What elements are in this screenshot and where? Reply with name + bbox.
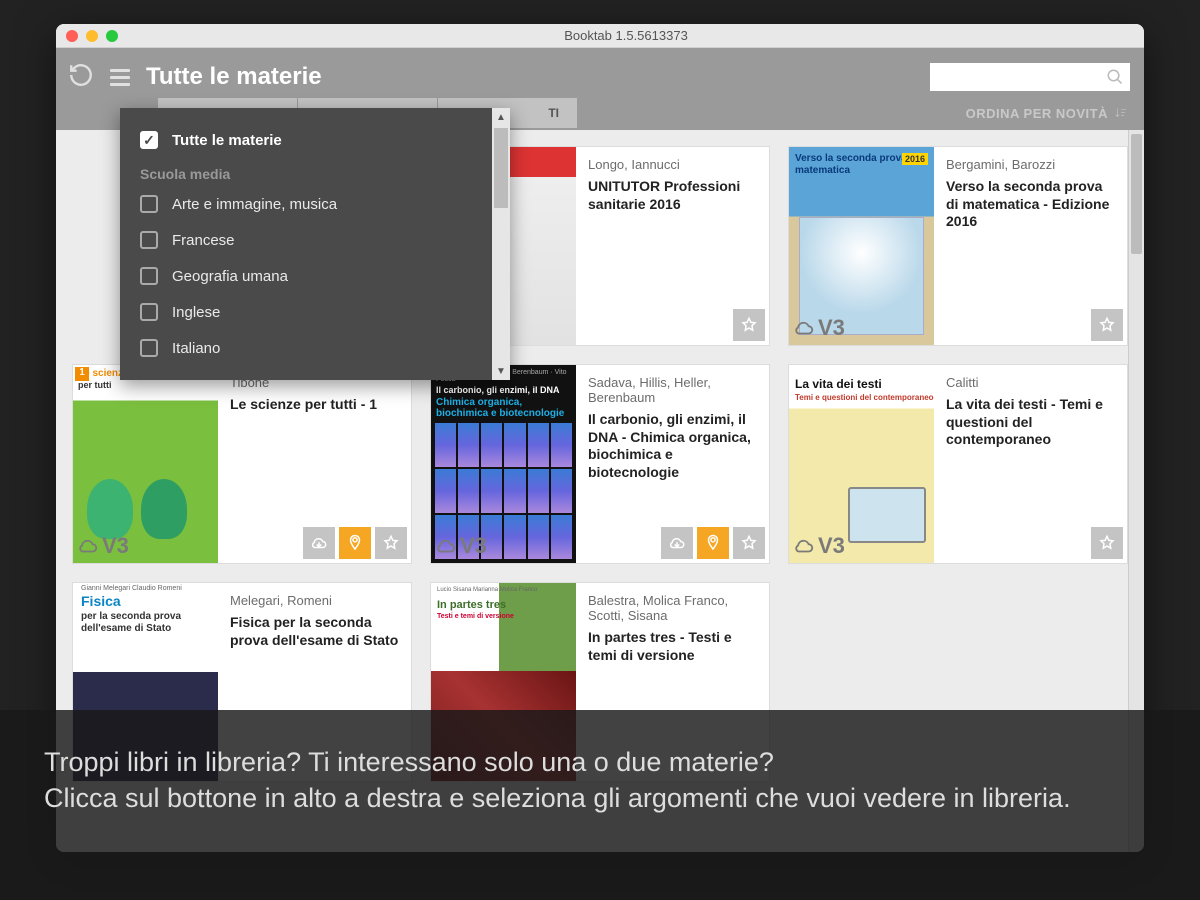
pin-button[interactable] bbox=[339, 527, 371, 559]
checkbox-icon bbox=[140, 339, 158, 357]
book-title: Verso la seconda prova di matematica - E… bbox=[946, 178, 1115, 231]
search-input[interactable] bbox=[930, 63, 1130, 91]
scrollbar-thumb[interactable] bbox=[1131, 134, 1142, 254]
menu-button[interactable] bbox=[106, 65, 134, 90]
dropdown-item[interactable]: Geografia umana bbox=[124, 258, 506, 294]
book-card[interactable]: Verso la seconda prova di matematica2016… bbox=[788, 146, 1128, 346]
dropdown-group-label: Scuola media bbox=[124, 158, 506, 186]
book-cover: Floriana CalittiLa vita dei testiTemi e … bbox=[789, 365, 934, 563]
dropdown-item-all[interactable]: Tutte le materie bbox=[124, 122, 506, 158]
sort-icon bbox=[1114, 106, 1128, 120]
book-cover: 1Le scienzeper tuttiV3 bbox=[73, 365, 218, 563]
v3-badge: V3 bbox=[77, 533, 129, 559]
scrollbar-thumb[interactable] bbox=[494, 128, 508, 208]
zoom-window-button[interactable] bbox=[106, 30, 118, 42]
checkbox-icon bbox=[140, 267, 158, 285]
star-button[interactable] bbox=[1091, 309, 1123, 341]
book-author: Longo, Iannucci bbox=[588, 157, 757, 172]
v3-badge: V3 bbox=[435, 533, 487, 559]
book-card[interactable]: H. Craig Heller · May R. Berenbaum · Vit… bbox=[430, 364, 770, 564]
minimize-window-button[interactable] bbox=[86, 30, 98, 42]
page-title: Tutte le materie bbox=[146, 63, 322, 91]
dropdown-item[interactable]: Arte e immagine, musica bbox=[124, 186, 506, 222]
star-button[interactable] bbox=[733, 309, 765, 341]
book-cover: H. Craig Heller · May R. Berenbaum · Vit… bbox=[431, 365, 576, 563]
star-button[interactable] bbox=[733, 527, 765, 559]
titlebar: Booktab 1.5.5613373 bbox=[56, 24, 1144, 48]
book-author: Calitti bbox=[946, 375, 1115, 390]
book-title: Le scienze per tutti - 1 bbox=[230, 396, 399, 414]
cloud-button[interactable] bbox=[661, 527, 693, 559]
window-controls bbox=[66, 30, 118, 42]
dropdown-item[interactable]: Inglese bbox=[124, 294, 506, 330]
pin-button[interactable] bbox=[697, 527, 729, 559]
star-button[interactable] bbox=[375, 527, 407, 559]
dropdown-item[interactable]: Francese bbox=[124, 222, 506, 258]
book-title: UNITUTOR Professioni sanitarie 2016 bbox=[588, 178, 757, 213]
v3-badge: V3 bbox=[793, 533, 845, 559]
star-button[interactable] bbox=[1091, 527, 1123, 559]
scroll-up-icon[interactable]: ▲ bbox=[492, 108, 510, 126]
subject-dropdown: Tutte le materie Scuola media Arte e imm… bbox=[120, 108, 510, 380]
checkbox-icon bbox=[140, 195, 158, 213]
book-title: In partes tres - Testi e temi di version… bbox=[588, 629, 757, 664]
checkbox-checked-icon bbox=[140, 131, 158, 149]
window-title: Booktab 1.5.5613373 bbox=[118, 28, 1134, 43]
close-window-button[interactable] bbox=[66, 30, 78, 42]
scroll-down-icon[interactable]: ▼ bbox=[492, 362, 510, 380]
book-title: La vita dei testi - Temi e questioni del… bbox=[946, 396, 1115, 449]
book-card[interactable]: Floriana CalittiLa vita dei testiTemi e … bbox=[788, 364, 1128, 564]
book-card[interactable]: 1Le scienzeper tuttiV3TiboneLe scienze p… bbox=[72, 364, 412, 564]
dropdown-scrollbar[interactable]: ▲ ▼ bbox=[492, 108, 510, 380]
book-title: Fisica per la seconda prova dell'esame d… bbox=[230, 614, 399, 649]
cloud-button[interactable] bbox=[303, 527, 335, 559]
tutorial-caption: Troppi libri in libreria? Ti interessano… bbox=[0, 710, 1200, 900]
book-cover: Verso la seconda prova di matematica2016… bbox=[789, 147, 934, 345]
checkbox-icon bbox=[140, 231, 158, 249]
sort-button[interactable]: ORDINA PER NOVITÀ bbox=[966, 106, 1128, 121]
v3-badge: V3 bbox=[793, 315, 845, 341]
book-author: Melegari, Romeni bbox=[230, 593, 399, 608]
book-title: Il carbonio, gli enzimi, il DNA - Chimic… bbox=[588, 411, 757, 481]
book-author: Bergamini, Barozzi bbox=[946, 157, 1115, 172]
search-icon bbox=[1106, 68, 1124, 86]
book-author: Balestra, Molica Franco, Scotti, Sisana bbox=[588, 593, 757, 623]
book-author: Sadava, Hillis, Heller, Berenbaum bbox=[588, 375, 757, 405]
refresh-button[interactable] bbox=[56, 62, 106, 93]
dropdown-item[interactable]: Italiano bbox=[124, 330, 506, 366]
checkbox-icon bbox=[140, 303, 158, 321]
